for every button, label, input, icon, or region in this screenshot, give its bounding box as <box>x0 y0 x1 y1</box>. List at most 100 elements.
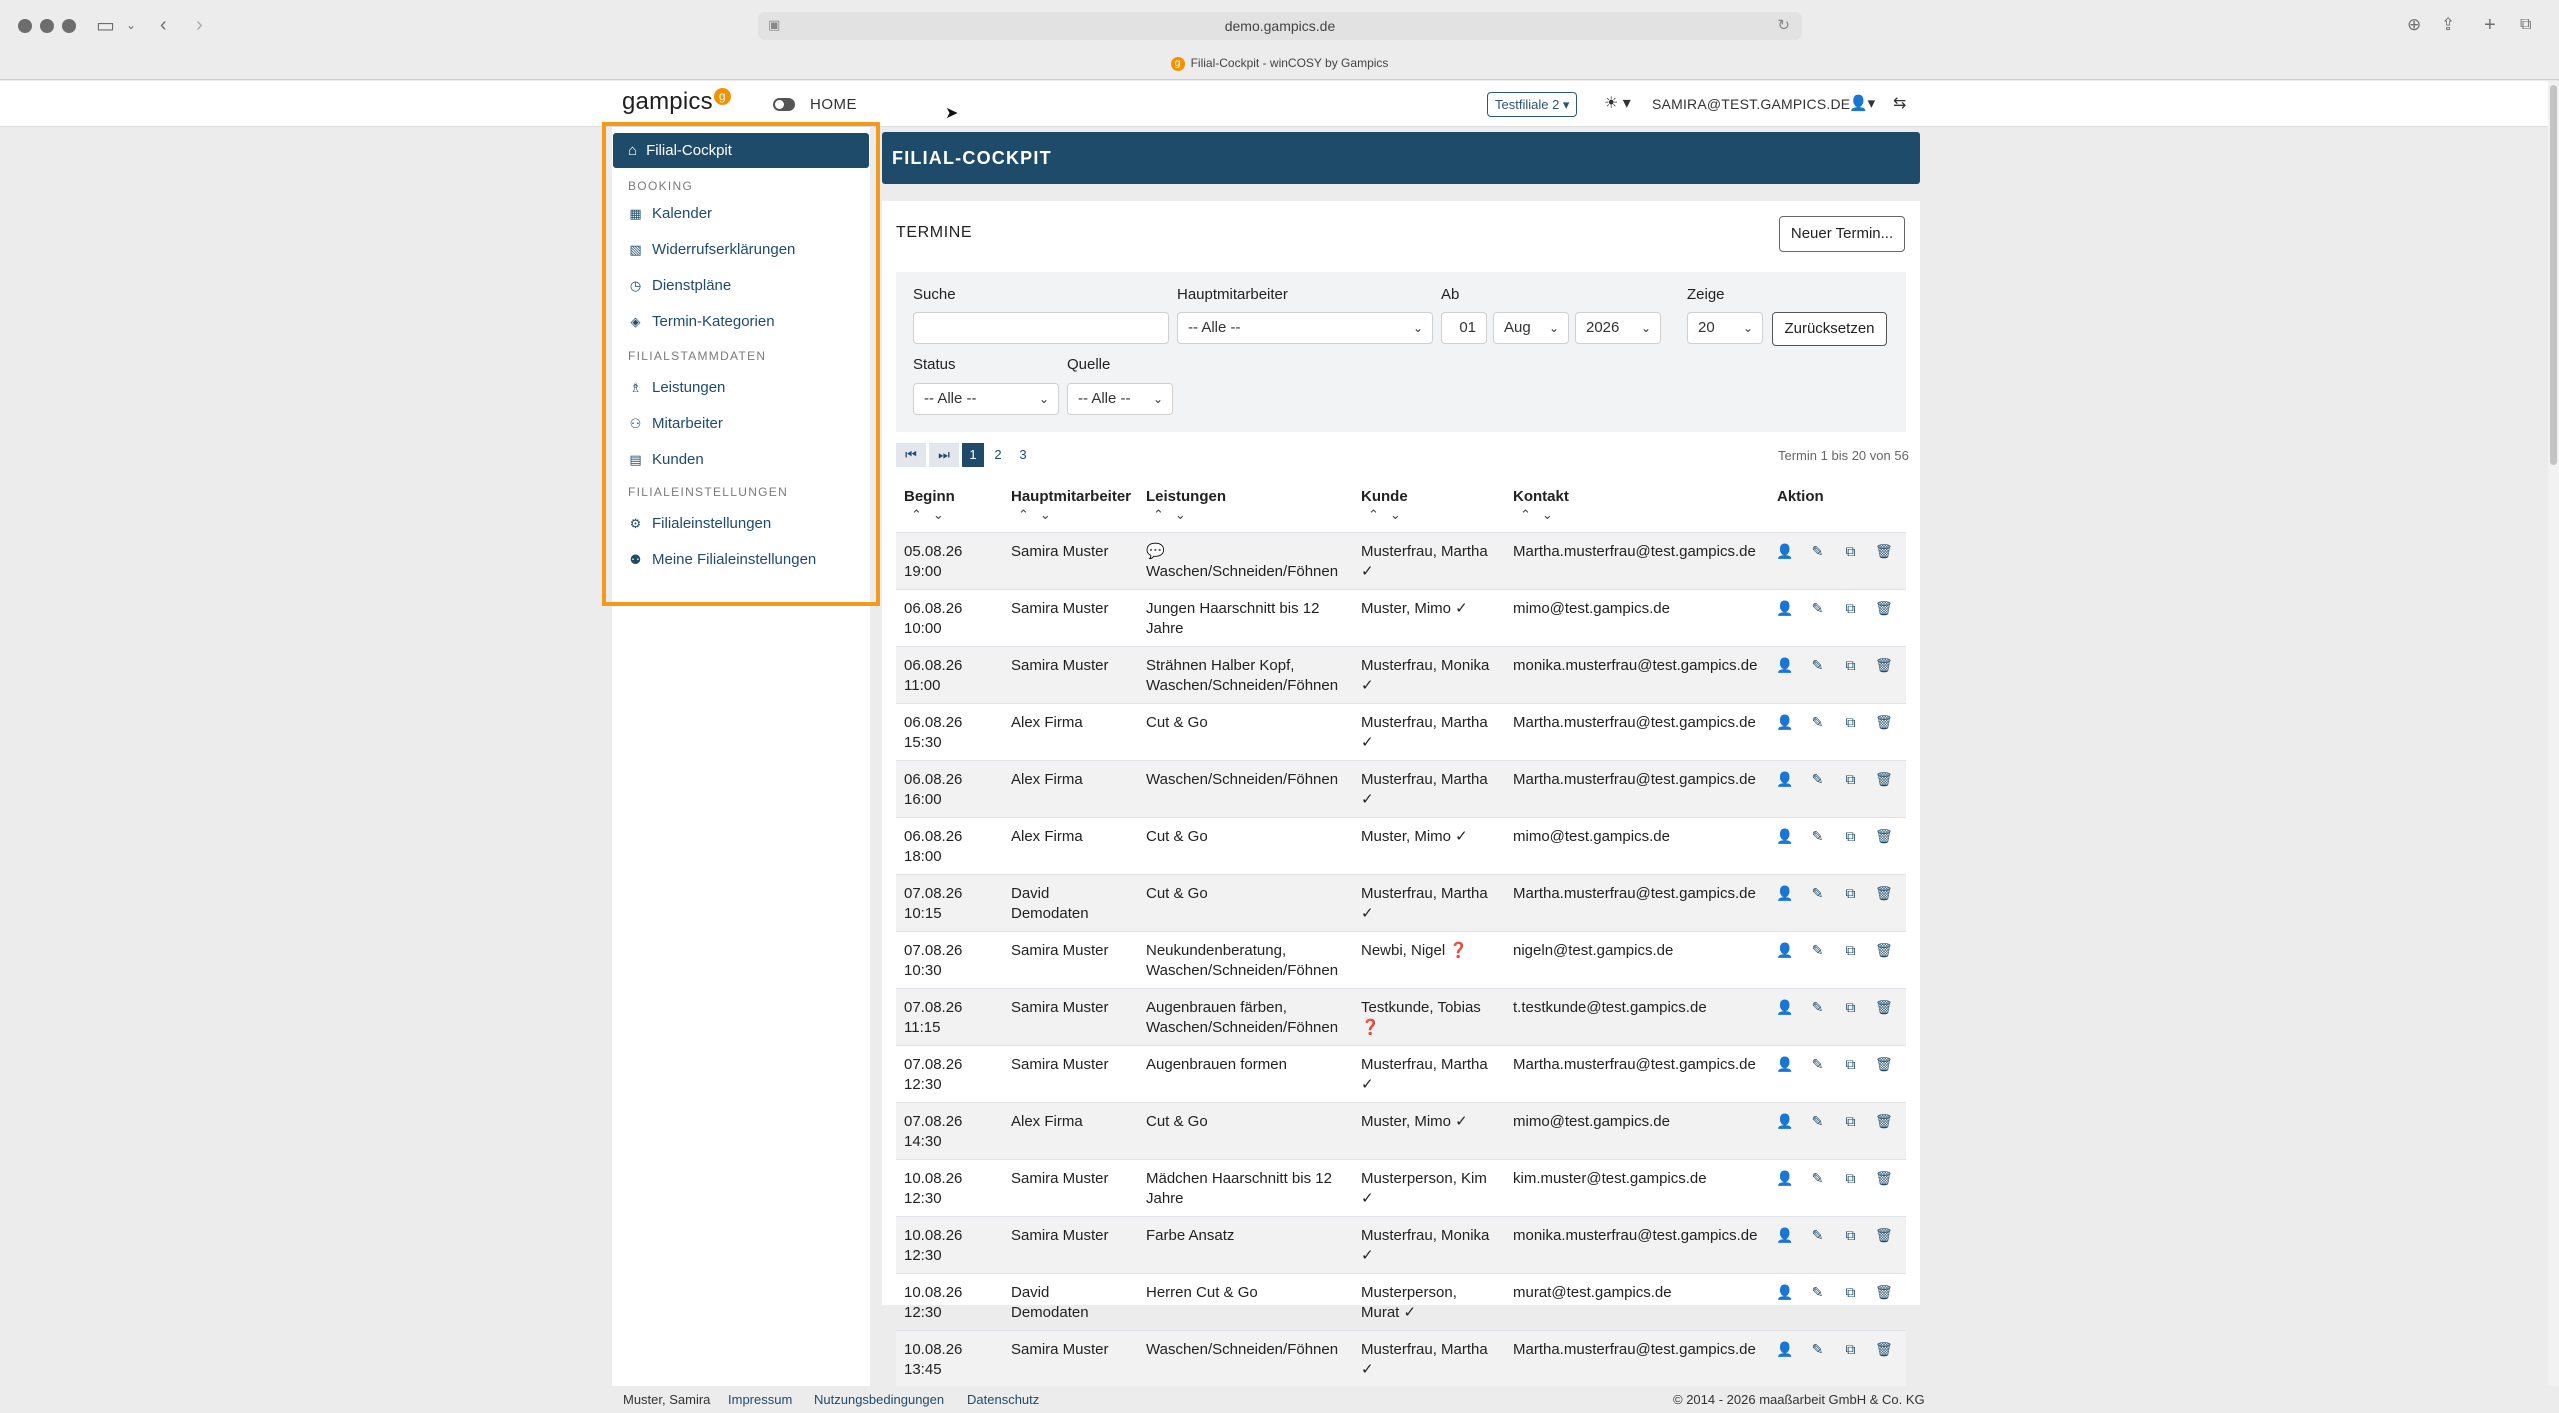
copy-icon[interactable]: ⧉ <box>1842 885 1859 902</box>
tabs-icon[interactable]: ⧉ <box>2520 12 2531 38</box>
edit-icon[interactable]: ✎ <box>1809 999 1826 1016</box>
scrollbar[interactable] <box>2548 81 2559 1386</box>
customer-icon[interactable]: 👤 <box>1776 1113 1793 1130</box>
edit-icon[interactable]: ✎ <box>1809 771 1826 788</box>
customer-icon[interactable]: 👤 <box>1776 828 1793 845</box>
edit-icon[interactable]: ✎ <box>1809 543 1826 560</box>
sort-beginn-icon[interactable]: ⌃⌄ <box>911 507 955 523</box>
reload-icon[interactable]: ↻ <box>1777 16 1790 34</box>
first-page-icon[interactable]: ⏮ <box>896 443 926 467</box>
switch-icon[interactable]: ⇆ <box>1893 93 1906 113</box>
customer-icon[interactable]: 👤 <box>1776 885 1793 902</box>
customer-icon[interactable]: 👤 <box>1776 1341 1793 1358</box>
branch-select[interactable]: Testfiliale 2 ▾ <box>1487 92 1578 117</box>
back-icon[interactable]: ‹ <box>160 12 167 38</box>
sort-kunde-icon[interactable]: ⌃⌄ <box>1368 507 1412 523</box>
edit-icon[interactable]: ✎ <box>1809 942 1826 959</box>
edit-icon[interactable]: ✎ <box>1809 600 1826 617</box>
edit-icon[interactable]: ✎ <box>1809 657 1826 674</box>
delete-icon[interactable]: 🗑 <box>1875 942 1893 959</box>
status-select[interactable]: -- Alle -- ⌄ <box>913 383 1059 415</box>
edit-icon[interactable]: ✎ <box>1809 1056 1826 1073</box>
copy-icon[interactable]: ⧉ <box>1842 714 1859 731</box>
share-icon[interactable]: ⇪ <box>2441 12 2455 38</box>
delete-icon[interactable]: 🗑 <box>1875 714 1893 731</box>
customer-icon[interactable]: 👤 <box>1776 999 1793 1016</box>
copy-icon[interactable]: ⧉ <box>1842 1284 1859 1301</box>
forward-icon[interactable]: › <box>196 12 203 38</box>
delete-icon[interactable]: 🗑 <box>1875 771 1893 788</box>
copy-icon[interactable]: ⧉ <box>1842 543 1859 560</box>
chevron-down-icon[interactable]: ⌄ <box>126 12 136 38</box>
new-tab-icon[interactable]: + <box>2484 12 2496 38</box>
from-year-select[interactable]: 2026 ⌄ <box>1575 312 1661 344</box>
from-day-input[interactable]: 01 <box>1441 312 1487 344</box>
footer-link-nutzungsbedingungen[interactable]: Nutzungsbedingungen <box>814 1392 944 1407</box>
delete-icon[interactable]: 🗑 <box>1875 543 1893 560</box>
sidebar-toggle[interactable] <box>773 98 795 111</box>
from-month-select[interactable]: Aug ⌄ <box>1493 312 1569 344</box>
edit-icon[interactable]: ✎ <box>1809 1227 1826 1244</box>
delete-icon[interactable]: 🗑 <box>1875 828 1893 845</box>
user-menu[interactable]: SAMIRA@TEST.GAMPICS.DE <box>1652 96 1850 112</box>
logo[interactable]: gampics g <box>622 88 731 116</box>
reset-button[interactable]: Zurücksetzen <box>1772 312 1887 346</box>
copy-icon[interactable]: ⧉ <box>1842 999 1859 1016</box>
edit-icon[interactable]: ✎ <box>1809 1113 1826 1130</box>
footer-link-datenschutz[interactable]: Datenschutz <box>967 1392 1039 1407</box>
customer-icon[interactable]: 👤 <box>1776 1170 1793 1187</box>
delete-icon[interactable]: 🗑 <box>1875 1341 1893 1358</box>
customer-icon[interactable]: 👤 <box>1776 1056 1793 1073</box>
delete-icon[interactable]: 🗑 <box>1875 600 1893 617</box>
last-page-icon[interactable]: ⏭ <box>929 443 959 467</box>
copy-icon[interactable]: ⧉ <box>1842 657 1859 674</box>
copy-icon[interactable]: ⧉ <box>1842 1227 1859 1244</box>
copy-icon[interactable]: ⧉ <box>1842 942 1859 959</box>
edit-icon[interactable]: ✎ <box>1809 885 1826 902</box>
copy-icon[interactable]: ⧉ <box>1842 1113 1859 1130</box>
customer-icon[interactable]: 👤 <box>1776 1227 1793 1244</box>
customer-icon[interactable]: 👤 <box>1776 771 1793 788</box>
edit-icon[interactable]: ✎ <box>1809 1170 1826 1187</box>
sort-hauptmitarbeiter-icon[interactable]: ⌃⌄ <box>1018 507 1062 523</box>
delete-icon[interactable]: 🗑 <box>1875 1056 1893 1073</box>
delete-icon[interactable]: 🗑 <box>1875 1284 1893 1301</box>
customer-icon[interactable]: 👤 <box>1776 942 1793 959</box>
window-controls[interactable] <box>18 19 76 33</box>
sidebar-icon[interactable]: ▭ <box>96 12 115 38</box>
tab-title[interactable]: g Filial-Cockpit - winCOSY by Gampics <box>0 56 2559 71</box>
customer-icon[interactable]: 👤 <box>1776 600 1793 617</box>
delete-icon[interactable]: 🗑 <box>1875 1227 1893 1244</box>
employee-select[interactable]: -- Alle -- ⌄ <box>1177 312 1433 344</box>
delete-icon[interactable]: 🗑 <box>1875 657 1893 674</box>
copy-icon[interactable]: ⧉ <box>1842 771 1859 788</box>
delete-icon[interactable]: 🗑 <box>1875 1170 1893 1187</box>
footer-link-impressum[interactable]: Impressum <box>728 1392 792 1407</box>
user-icon[interactable]: 👤▾ <box>1849 94 1875 112</box>
edit-icon[interactable]: ✎ <box>1809 828 1826 845</box>
sort-kontakt-icon[interactable]: ⌃⌄ <box>1520 507 1564 523</box>
edit-icon[interactable]: ✎ <box>1809 1284 1826 1301</box>
edit-icon[interactable]: ✎ <box>1809 1341 1826 1358</box>
copy-icon[interactable]: ⧉ <box>1842 1341 1859 1358</box>
copy-icon[interactable]: ⧉ <box>1842 828 1859 845</box>
new-appointment-button[interactable]: Neuer Termin... <box>1779 216 1905 252</box>
customer-icon[interactable]: 👤 <box>1776 543 1793 560</box>
copy-icon[interactable]: ⧉ <box>1842 600 1859 617</box>
delete-icon[interactable]: 🗑 <box>1875 885 1893 902</box>
search-input[interactable] <box>913 312 1169 344</box>
edit-icon[interactable]: ✎ <box>1809 714 1826 731</box>
delete-icon[interactable]: 🗑 <box>1875 999 1893 1016</box>
delete-icon[interactable]: 🗑 <box>1875 1113 1893 1130</box>
copy-icon[interactable]: ⧉ <box>1842 1170 1859 1187</box>
home-link[interactable]: HOME <box>810 96 857 113</box>
download-icon[interactable]: ⊕ <box>2407 12 2421 38</box>
page-2-button[interactable]: 2 <box>987 443 1009 467</box>
page-3-button[interactable]: 3 <box>1012 443 1034 467</box>
customer-icon[interactable]: 👤 <box>1776 714 1793 731</box>
source-select[interactable]: -- Alle -- ⌄ <box>1067 383 1173 415</box>
customer-icon[interactable]: 👤 <box>1776 657 1793 674</box>
customer-icon[interactable]: 👤 <box>1776 1284 1793 1301</box>
sort-leistungen-icon[interactable]: ⌃⌄ <box>1153 507 1197 523</box>
theme-toggle[interactable]: ☀ ▾ <box>1604 93 1631 113</box>
